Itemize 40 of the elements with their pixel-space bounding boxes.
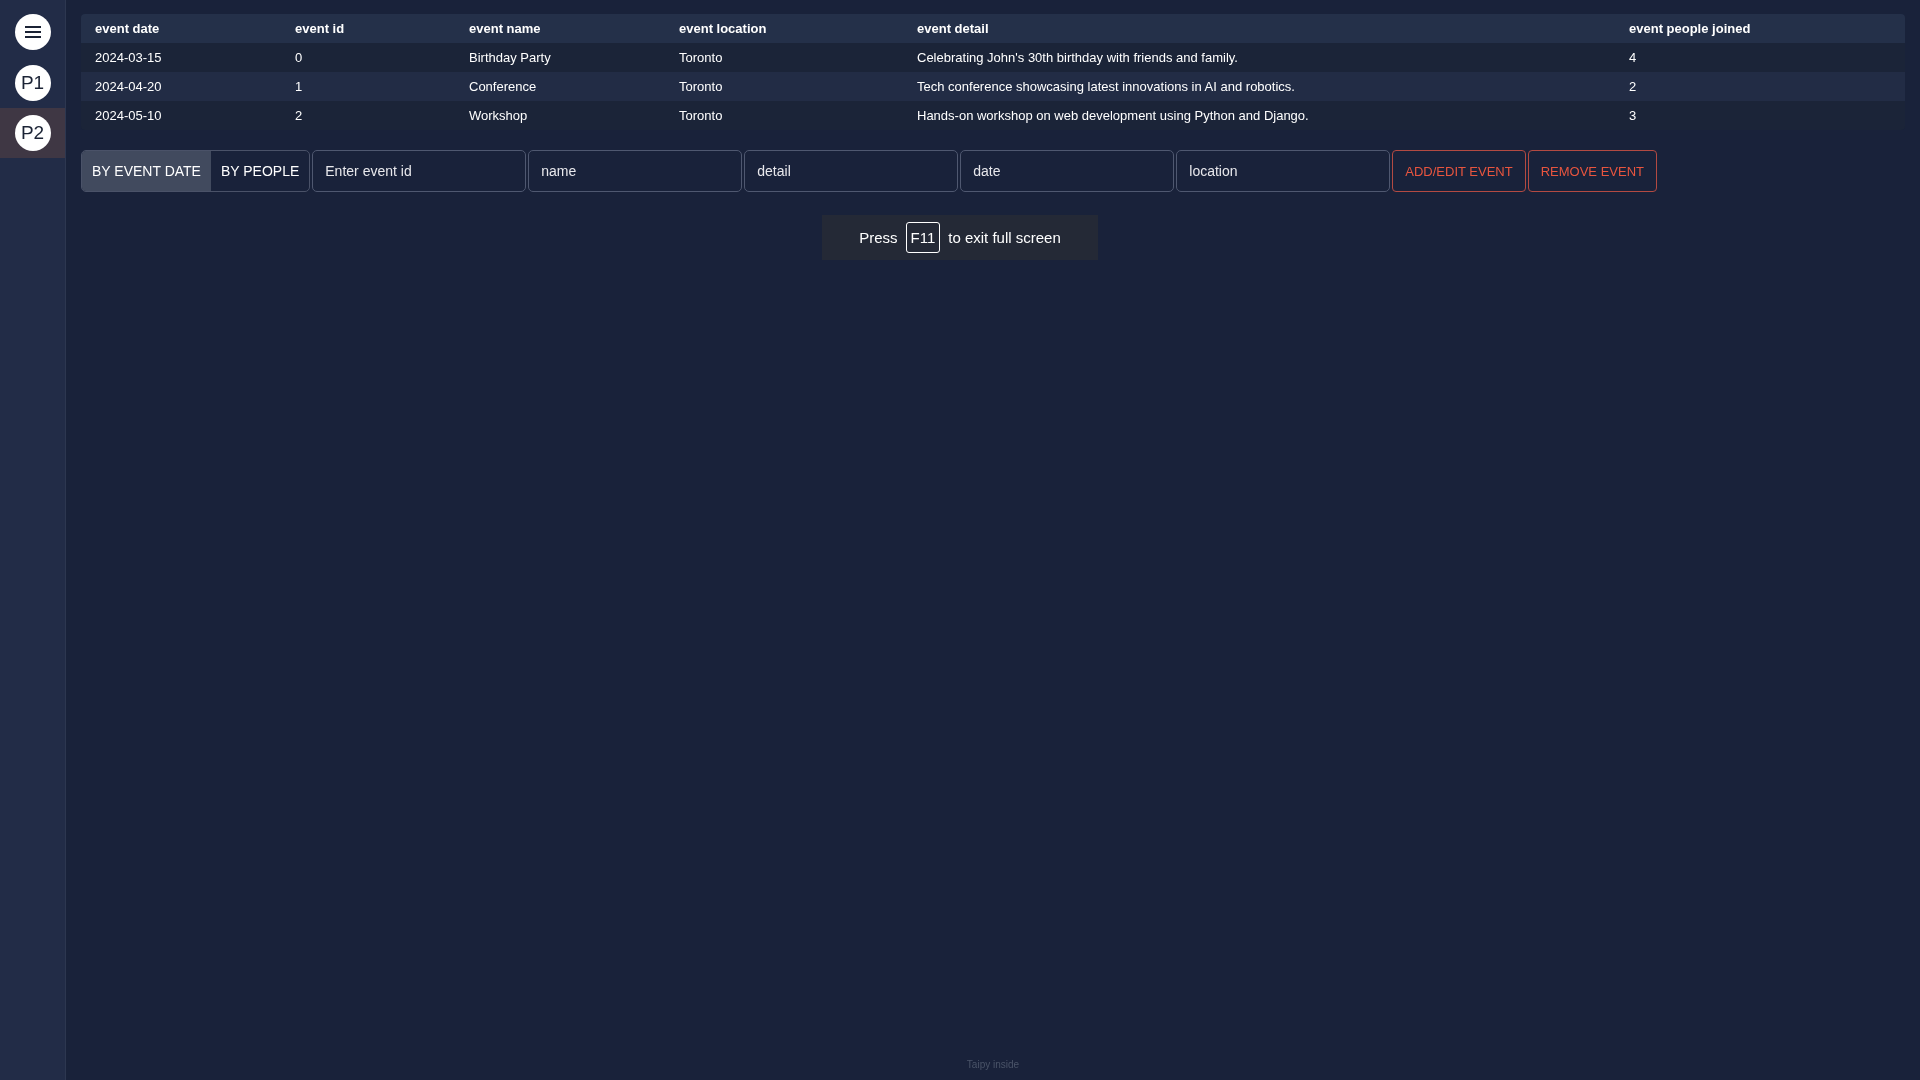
sort-toggle-option[interactable]: BY PEOPLE [210,151,310,191]
table-cell-text: Toronto [678,50,724,65]
selected-page-item[interactable]: P2 [0,108,65,158]
sort-toggle-option[interactable]: BY EVENT DATE [82,151,211,191]
page-item[interactable]: P1 [0,58,65,108]
add-edit-button[interactable]: ADD/EDIT EVENT [1392,150,1526,192]
table-cell-text: Hands-on workshop on web development using Python and Django. [916,108,1310,123]
table-cell-text: 2024-04-20 [94,79,163,94]
column-header[interactable]: event location [665,21,903,36]
toast-text: Press [859,229,898,246]
input-field[interactable]: name [528,150,743,192]
table-cell-text: 4 [1628,50,1638,65]
table-cell-text: 2024-03-15 [94,50,163,65]
table-cell-text: Conference [468,79,538,94]
input-field[interactable]: location [1176,150,1391,192]
column-header[interactable]: event detail [903,21,1615,36]
table-cell-text: Toronto [678,108,724,123]
input-field[interactable]: detail [744,150,959,192]
table-cell-text: Workshop [468,108,529,123]
menu-button[interactable] [14,14,51,50]
table-cell-text: Celebrating John's 30th birthday with friends and family. [916,50,1239,65]
table-cell-text: Birthday Party [468,50,552,65]
input-field[interactable]: Enter event id [312,150,527,192]
column-header[interactable]: event id [281,21,455,36]
table-cell-text: 0 [294,50,304,65]
table-cell-text: 2024-05-10 [94,108,163,123]
toast-text: to exit full screen [948,229,1061,246]
table-cell-text: Toronto [678,79,724,94]
table-cell-text: Tech conference showcasing latest innovations in AI and robotics. [916,79,1296,94]
menu-icon [23,25,42,39]
remove-button[interactable]: REMOVE EVENT [1527,150,1657,192]
table-cell-text: 1 [294,79,304,94]
input-field[interactable]: date [960,150,1175,192]
column-header[interactable]: event date [81,21,281,36]
table-cell-text: 2 [1628,79,1638,94]
column-header[interactable]: event name [455,21,665,36]
table-cell-text: 2 [294,108,304,123]
key-cap: F11 [905,222,941,253]
table-cell-text: 3 [1628,108,1638,123]
column-header[interactable]: event people joined [1615,21,1905,36]
